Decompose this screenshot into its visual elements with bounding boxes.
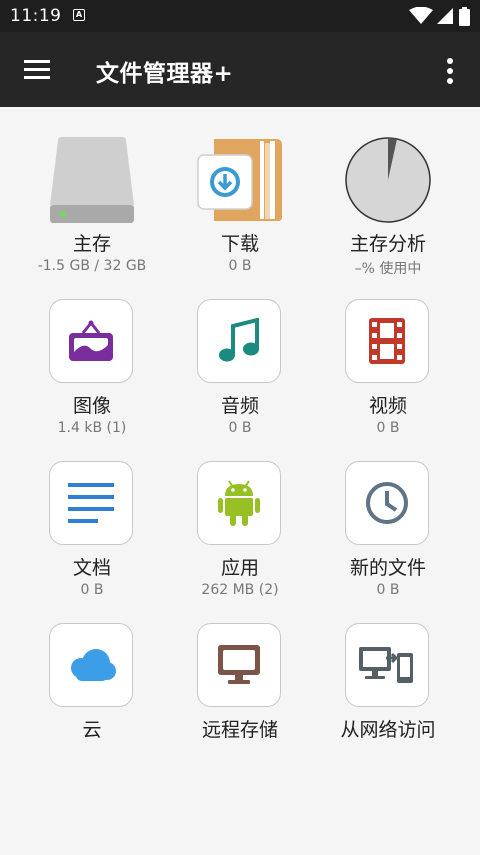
signal-icon bbox=[437, 8, 453, 24]
tile-documents[interactable]: 文档 0 B bbox=[18, 461, 166, 611]
tile-icon-box bbox=[49, 623, 133, 707]
film-strip-icon bbox=[369, 318, 405, 364]
hamburger-menu-icon bbox=[24, 60, 50, 79]
devices-transfer-icon bbox=[359, 647, 413, 683]
tile-audio[interactable]: 音频 0 B bbox=[166, 299, 314, 449]
tile-icon-box bbox=[345, 461, 429, 545]
document-lines-icon bbox=[68, 483, 114, 523]
tile-sublabel: 1.4 kB (1) bbox=[57, 420, 127, 436]
app-title: 文件管理器+ bbox=[96, 61, 234, 87]
tile-icon-box bbox=[345, 623, 429, 707]
tile-label: 应用 bbox=[220, 557, 259, 579]
app-bar: 文件管理器+ bbox=[0, 32, 480, 107]
tile-apps[interactable]: 应用 262 MB (2) bbox=[166, 461, 314, 611]
tile-label: 图像 bbox=[72, 395, 111, 417]
tile-remote-storage[interactable]: 远程存储 bbox=[166, 623, 314, 773]
tile-cloud[interactable]: 云 bbox=[18, 623, 166, 773]
tile-label: 远程存储 bbox=[201, 719, 278, 741]
tile-label: 云 bbox=[82, 719, 102, 741]
more-vert-icon bbox=[447, 58, 453, 84]
tile-label: 视频 bbox=[368, 395, 407, 417]
tile-label: 从网络访问 bbox=[340, 719, 436, 741]
battery-icon bbox=[459, 7, 470, 26]
android-icon bbox=[218, 480, 260, 526]
notification-badge-icon: A bbox=[73, 9, 85, 21]
tile-label: 主存 bbox=[72, 233, 111, 255]
tile-label: 主存分析 bbox=[349, 233, 426, 255]
tile-video[interactable]: 视频 0 B bbox=[314, 299, 462, 449]
tile-network-access[interactable]: 从网络访问 bbox=[314, 623, 462, 773]
tile-main-storage[interactable]: 主存 -1.5 GB / 32 GB bbox=[18, 137, 166, 287]
image-frame-icon bbox=[69, 320, 113, 361]
tile-icon-box bbox=[197, 299, 281, 383]
status-time: 11:19 bbox=[10, 6, 62, 26]
hard-drive-icon bbox=[50, 137, 134, 223]
cloud-icon bbox=[71, 649, 116, 681]
music-note-icon bbox=[219, 318, 259, 362]
status-bar: 11:19 A bbox=[0, 0, 480, 32]
tile-icon-box bbox=[49, 299, 133, 383]
tile-sublabel: 0 B bbox=[80, 582, 104, 598]
menu-button[interactable] bbox=[20, 54, 56, 86]
tile-sublabel: 0 B bbox=[228, 258, 252, 274]
tile-sublabel: 262 MB (2) bbox=[201, 582, 279, 598]
more-options-button[interactable] bbox=[436, 54, 464, 86]
tile-sublabel: 0 B bbox=[376, 420, 400, 436]
tile-sublabel: 0 B bbox=[376, 582, 400, 598]
tile-label: 音频 bbox=[220, 395, 259, 417]
tile-icon-box bbox=[49, 461, 133, 545]
tile-sublabel: -1.5 GB / 32 GB bbox=[37, 258, 147, 274]
tile-label: 新的文件 bbox=[349, 557, 426, 579]
tile-images[interactable]: 图像 1.4 kB (1) bbox=[18, 299, 166, 449]
tile-sublabel: 0 B bbox=[228, 420, 252, 436]
monitor-icon bbox=[218, 645, 260, 684]
tile-sublabel: –% 使用中 bbox=[354, 261, 422, 277]
tile-icon-box bbox=[197, 623, 281, 707]
clock-icon bbox=[366, 482, 408, 524]
wifi-icon bbox=[409, 7, 433, 24]
tile-label: 文档 bbox=[72, 557, 111, 579]
tile-storage-analysis[interactable]: 主存分析 –% 使用中 bbox=[314, 137, 462, 287]
tile-icon-box bbox=[197, 461, 281, 545]
tile-label: 下载 bbox=[220, 233, 259, 255]
tile-recent-files[interactable]: 新的文件 0 B bbox=[314, 461, 462, 611]
tile-icon-box bbox=[345, 299, 429, 383]
tile-downloads[interactable]: 下载 0 B bbox=[166, 137, 314, 287]
download-folder-icon bbox=[197, 139, 282, 221]
pie-chart-icon bbox=[345, 137, 431, 223]
